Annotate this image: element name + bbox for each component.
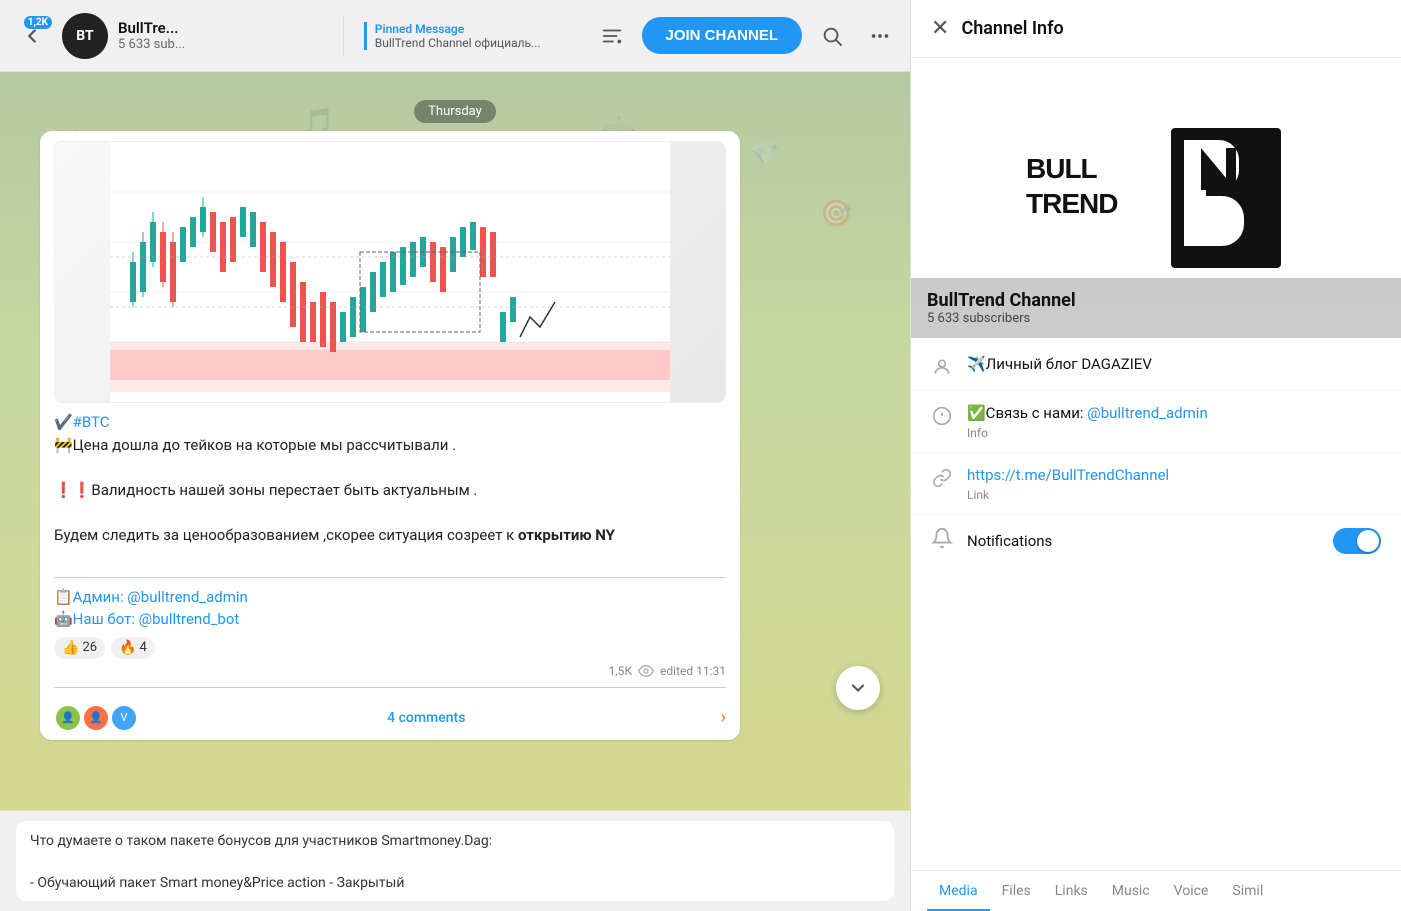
comment-avatar-3: V bbox=[110, 704, 138, 732]
search-button[interactable] bbox=[814, 18, 850, 54]
back-button[interactable]: 1,2K bbox=[12, 16, 52, 56]
message-text: ✔️#BTC 🚧Цена дошла до тейков на которые … bbox=[54, 411, 726, 631]
channel-banner-subs: 5 633 subscribers bbox=[927, 311, 1385, 326]
channel-info-title: Channel Info bbox=[961, 18, 1063, 39]
comments-row[interactable]: 👤 👤 V 4 comments › bbox=[54, 696, 726, 732]
divider bbox=[54, 687, 726, 688]
svg-text:🎯: 🎯 bbox=[820, 199, 852, 229]
bio-content: ✈️Личный блог DAGAZIEV bbox=[967, 354, 1381, 375]
svg-text:💎: 💎 bbox=[750, 140, 780, 168]
left-panel: 1,2K BT BullTre... 5 633 sub... Pinned M… bbox=[0, 0, 910, 911]
scroll-down-button[interactable] bbox=[836, 666, 880, 710]
close-button[interactable]: ✕ bbox=[931, 16, 949, 41]
tab-files[interactable]: Files bbox=[990, 871, 1043, 911]
top-bar: 1,2K BT BullTre... 5 633 sub... Pinned M… bbox=[0, 0, 910, 72]
comment-avatar-1: 👤 bbox=[54, 704, 82, 732]
link-row[interactable]: https://t.me/BullTrendChannel Link bbox=[911, 453, 1401, 515]
edited-time: edited 11:31 bbox=[660, 664, 726, 678]
admin-link[interactable]: 📋Админ: @bulltrend_admin bbox=[54, 588, 248, 606]
channel-subs: 5 633 sub... bbox=[118, 37, 327, 52]
svg-text:BULL: BULL bbox=[1026, 153, 1098, 184]
link-text: https://t.me/BullTrendChannel bbox=[967, 465, 1381, 486]
channel-name: BullTre... bbox=[118, 19, 327, 37]
bio-icon bbox=[931, 356, 953, 378]
pinned-label: Pinned Message bbox=[375, 22, 584, 36]
channel-banner: BULL TREND BullTrend Channel 5 633 subsc… bbox=[911, 58, 1401, 338]
tab-links[interactable]: Links bbox=[1043, 871, 1100, 911]
chat-area[interactable]: 🎮 ⭐ 🎵 🍕 🤖 💎 🔭 🌙 ⚡ 🎲 🌟 🎯 Thursday bbox=[0, 72, 910, 810]
info-section: ✈️Личный блог DAGAZIEV ✅Связь с нами: @b… bbox=[911, 338, 1401, 570]
contact-row[interactable]: ✅Связь с нами: @bulltrend_admin Info bbox=[911, 391, 1401, 453]
notifications-label: Notifications bbox=[967, 532, 1319, 550]
message-line3: Будем следить за ценообразованием ,скоре… bbox=[54, 524, 726, 547]
channel-banner-name: BullTrend Channel bbox=[927, 290, 1385, 311]
tab-media[interactable]: Media bbox=[927, 871, 990, 911]
link-content: https://t.me/BullTrendChannel Link bbox=[967, 465, 1381, 502]
bulltrend-logo-svg: BULL TREND bbox=[1016, 108, 1296, 288]
right-panel: ✕ Channel Info BULL TREND BullTrend Ch bbox=[910, 0, 1401, 911]
notification-icon bbox=[931, 527, 953, 554]
contact-content: ✅Связь с нами: @bulltrend_admin Info bbox=[967, 403, 1381, 440]
link-label: Link bbox=[967, 488, 1381, 502]
chart-image bbox=[54, 141, 726, 403]
more-options-button[interactable] bbox=[862, 18, 898, 54]
notifications-row: Notifications bbox=[911, 515, 1401, 566]
reactions: 👍 26 🔥 4 bbox=[54, 637, 726, 659]
contact-link[interactable]: @bulltrend_admin bbox=[1087, 404, 1207, 422]
pinned-text: BullTrend Channel официаль... bbox=[375, 36, 575, 50]
view-count: 1,5К bbox=[608, 664, 632, 678]
day-label: Thursday bbox=[40, 100, 870, 119]
svg-text:TREND: TREND bbox=[1026, 188, 1118, 219]
comments-arrow[interactable]: › bbox=[721, 707, 726, 728]
bio-row: ✈️Личный блог DAGAZIEV bbox=[911, 342, 1401, 391]
right-header: ✕ Channel Info bbox=[911, 0, 1401, 58]
contact-label: Info bbox=[967, 426, 1381, 440]
channel-banner-info: BullTrend Channel 5 633 subscribers bbox=[911, 278, 1401, 338]
preview-message: Что думаете о таком пакете бонусов для у… bbox=[16, 821, 894, 901]
message-meta: 1,5К edited 11:31 bbox=[54, 663, 726, 679]
preview-text: Что думаете о таком пакете бонусов для у… bbox=[30, 833, 492, 891]
input-bar: Что думаете о таком пакете бонусов для у… bbox=[0, 810, 910, 911]
comments-link[interactable]: 4 comments bbox=[387, 710, 465, 726]
views-icon bbox=[638, 663, 654, 679]
join-channel-button[interactable]: JOIN CHANNEL bbox=[642, 17, 803, 54]
channel-info-bar: BullTre... 5 633 sub... bbox=[118, 19, 327, 52]
info-icon bbox=[931, 405, 953, 427]
comment-avatar-2: 👤 bbox=[82, 704, 110, 732]
bio-text: ✈️Личный блог DAGAZIEV bbox=[967, 354, 1381, 375]
reaction-fire[interactable]: 🔥 4 bbox=[111, 637, 155, 659]
channel-link[interactable]: https://t.me/BullTrendChannel bbox=[967, 466, 1169, 484]
bot-link[interactable]: 🤖Наш бот: @bulltrend_bot bbox=[54, 610, 239, 628]
contact-text: ✅Связь с нами: @bulltrend_admin bbox=[967, 403, 1381, 424]
link-icon bbox=[931, 467, 953, 489]
tab-voice[interactable]: Voice bbox=[1162, 871, 1221, 911]
message-bubble: ✔️#BTC 🚧Цена дошла до тейков на которые … bbox=[40, 131, 740, 740]
pinned-message[interactable]: Pinned Message BullTrend Channel официал… bbox=[364, 22, 584, 50]
toggle-knob bbox=[1357, 530, 1379, 552]
filter-button[interactable] bbox=[594, 18, 630, 54]
top-actions: JOIN CHANNEL bbox=[594, 17, 899, 54]
tab-similar[interactable]: Simil bbox=[1220, 871, 1275, 911]
tab-music[interactable]: Music bbox=[1100, 871, 1162, 911]
notifications-toggle[interactable] bbox=[1333, 528, 1381, 554]
reaction-thumbsup[interactable]: 👍 26 bbox=[54, 637, 105, 659]
back-badge: 1,2K bbox=[24, 16, 52, 29]
media-tabs: Media Files Links Music Voice Simil bbox=[911, 870, 1401, 911]
channel-avatar: BT bbox=[62, 13, 108, 59]
